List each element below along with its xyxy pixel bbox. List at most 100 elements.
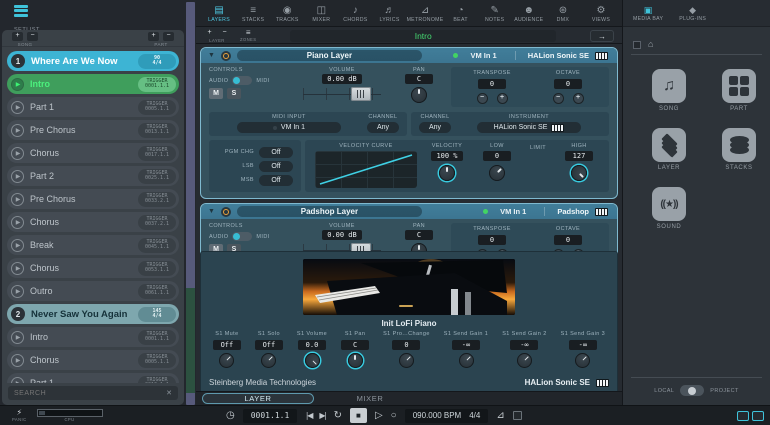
high-limit-knob[interactable] bbox=[567, 161, 591, 185]
play-icon[interactable]: ▶ bbox=[11, 376, 24, 383]
out-channel-select[interactable]: Any bbox=[419, 122, 452, 133]
transpose-plus-button[interactable]: + bbox=[496, 93, 508, 104]
zones-button[interactable]: ≡ ZONES bbox=[240, 29, 256, 43]
setlist-item[interactable]: ▶ Intro TRIGGER 0001.1.1 bbox=[7, 74, 179, 94]
setlist-item[interactable]: ▶ Part 1 TRIGGER0013.1.1 bbox=[7, 373, 179, 383]
play-icon[interactable]: ▶ bbox=[11, 215, 24, 229]
param-knob[interactable] bbox=[347, 353, 363, 368]
metronome-button[interactable]: ⊿ bbox=[496, 410, 504, 422]
metronome-checkbox[interactable] bbox=[512, 411, 522, 420]
tab-plug-ins[interactable]: ◆ PLUG-INS bbox=[679, 5, 706, 22]
octave-value[interactable]: 0 bbox=[554, 79, 582, 89]
layer-midi-input[interactable]: VM In 1 bbox=[464, 51, 508, 60]
low-limit-knob[interactable] bbox=[485, 161, 509, 185]
volume-value[interactable]: 0.00 dB bbox=[322, 74, 362, 84]
go-to-end-button[interactable]: ▶∣ bbox=[319, 410, 327, 422]
pan-value[interactable]: C bbox=[405, 230, 433, 240]
main-tab[interactable]: ◔ BEAT bbox=[444, 5, 478, 23]
pan-value[interactable]: C bbox=[405, 74, 433, 84]
param-value[interactable]: C bbox=[341, 340, 370, 350]
tab-views[interactable]: ⚙ VIEWS bbox=[586, 5, 616, 23]
volume-value[interactable]: 0.00 dB bbox=[322, 230, 362, 240]
setlist-item[interactable]: ▶ Chorus TRIGGER 0037.2.1 bbox=[7, 212, 179, 232]
tab-media-bay[interactable]: ▣ MEDIA BAY bbox=[633, 5, 663, 22]
play-icon[interactable]: ▶ bbox=[11, 169, 24, 183]
local-project-toggle[interactable] bbox=[680, 385, 705, 396]
setlist-item[interactable]: ▶ Chorus TRIGGER 0005.1.1 bbox=[7, 350, 179, 370]
record-button[interactable]: ○ bbox=[391, 410, 397, 422]
transpose-value[interactable]: 0 bbox=[478, 235, 506, 245]
cycle-button[interactable]: ↻ bbox=[334, 410, 342, 422]
setlist-item[interactable]: ▶ Pre Chorus TRIGGER 0033.2.1 bbox=[7, 189, 179, 209]
play-icon[interactable]: ▶ bbox=[11, 77, 24, 91]
setlist-scrollbar[interactable] bbox=[186, 2, 195, 405]
setlist-item[interactable]: ▶ Outro TRIGGER 0061.1.1 bbox=[7, 281, 179, 301]
tile-stacks[interactable]: STACKS bbox=[713, 128, 765, 171]
next-part-button[interactable]: → bbox=[590, 29, 614, 42]
mute-button[interactable]: M bbox=[209, 88, 223, 99]
main-tab[interactable]: ♬ LYRICS bbox=[372, 5, 406, 23]
play-icon[interactable]: ▶ bbox=[11, 261, 24, 275]
pgm-chg-select[interactable]: Off bbox=[259, 146, 293, 158]
layer-instrument[interactable]: Padshop bbox=[544, 207, 610, 216]
play-icon[interactable]: ▶ bbox=[11, 284, 24, 298]
filter-checkbox[interactable] bbox=[633, 40, 641, 49]
setlist-item[interactable]: ▶ Chorus TRIGGER 0017.1.1 bbox=[7, 143, 179, 163]
main-tab[interactable]: ⊿ METRONOME bbox=[407, 5, 444, 23]
pan-knob[interactable] bbox=[411, 87, 427, 103]
add-layer-button[interactable]: + bbox=[204, 28, 215, 38]
play-icon[interactable]: ▶ bbox=[11, 123, 24, 137]
param-knob[interactable] bbox=[455, 349, 477, 372]
channel-select[interactable]: Any bbox=[366, 122, 399, 133]
param-value[interactable]: 0 bbox=[392, 340, 421, 350]
search-input[interactable] bbox=[14, 389, 163, 397]
param-knob[interactable] bbox=[395, 349, 418, 372]
tab-mixer[interactable]: MIXER bbox=[314, 393, 426, 404]
setlist-item[interactable]: ▶ Pre Chorus TRIGGER 0013.1.1 bbox=[7, 120, 179, 140]
main-tab[interactable]: ◫ MIXER bbox=[304, 5, 338, 23]
position-display[interactable]: 0001.1.1 bbox=[242, 408, 298, 423]
main-tab[interactable]: ♪ CHORDS bbox=[338, 5, 372, 23]
setlist-item[interactable]: 2 ▶ Never Saw You Again 1454/4 bbox=[7, 304, 179, 324]
high-value[interactable]: 127 bbox=[565, 151, 593, 161]
param-value[interactable]: -∞ bbox=[568, 340, 597, 350]
tab-layer[interactable]: LAYER bbox=[202, 393, 314, 404]
layer-name[interactable]: Piano Layer bbox=[236, 50, 422, 61]
volume-slider[interactable] bbox=[299, 86, 385, 102]
tile-sound[interactable]: ((★)) SOUND bbox=[643, 187, 695, 230]
param-value[interactable]: -∞ bbox=[452, 340, 480, 350]
param-value[interactable]: -∞ bbox=[510, 340, 539, 350]
audio-midi-toggle[interactable] bbox=[232, 76, 253, 85]
octave-plus-button[interactable]: + bbox=[572, 93, 584, 104]
stop-button[interactable]: ■ bbox=[349, 408, 367, 423]
main-tab[interactable]: ▤ LAYERS bbox=[202, 5, 236, 23]
setlist-search[interactable]: ✕ bbox=[8, 386, 178, 400]
main-tab[interactable]: ≡ STACKS bbox=[236, 5, 270, 23]
play-icon[interactable]: ▶ bbox=[11, 192, 24, 206]
octave-minus-button[interactable]: − bbox=[552, 93, 564, 104]
collapse-icon[interactable]: ▼ bbox=[208, 52, 215, 59]
audio-midi-toggle[interactable] bbox=[232, 232, 253, 241]
play-icon[interactable]: ▶ bbox=[11, 146, 24, 160]
play-button[interactable]: ▷ bbox=[375, 410, 383, 422]
volume-slider-handle[interactable] bbox=[350, 87, 371, 101]
velocity-value[interactable]: 100 % bbox=[431, 151, 463, 161]
play-icon[interactable]: ▶ bbox=[11, 353, 24, 367]
plugin-name[interactable]: HALion Sonic SE bbox=[525, 378, 609, 387]
add-song-button[interactable]: + bbox=[12, 32, 23, 41]
preset-name[interactable]: Init LoFi Piano bbox=[201, 319, 617, 328]
remove-song-button[interactable]: − bbox=[27, 32, 38, 41]
setlist-item[interactable]: ▶ Part 2 TRIGGER 0025.1.1 bbox=[7, 166, 179, 186]
instrument-select[interactable]: HALion Sonic SE bbox=[477, 122, 582, 133]
main-tab[interactable]: ✎ NOTES bbox=[478, 5, 512, 23]
param-value[interactable]: Off bbox=[212, 340, 241, 350]
param-value[interactable]: Off bbox=[254, 340, 283, 350]
go-to-start-button[interactable]: ∣◀ bbox=[305, 410, 313, 422]
lsb-select[interactable]: Off bbox=[259, 160, 293, 172]
remove-layer-button[interactable]: − bbox=[219, 28, 230, 38]
setlist-header[interactable]: SETLIST bbox=[0, 0, 186, 33]
midi-input-select[interactable]: VM In 1 bbox=[236, 122, 341, 133]
layout-left-button[interactable] bbox=[737, 410, 749, 421]
play-icon[interactable]: ▶ bbox=[11, 100, 24, 114]
layer-power-button[interactable] bbox=[220, 206, 231, 217]
